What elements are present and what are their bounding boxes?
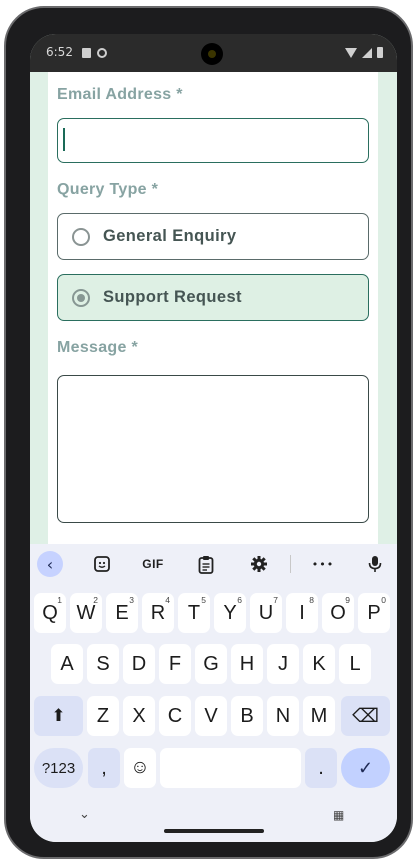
key-q[interactable]: Q1: [34, 593, 66, 633]
radio-label: General Enquiry: [103, 227, 237, 245]
status-time: 6:52: [46, 45, 73, 59]
key-hint: 3: [129, 595, 134, 605]
home-handle[interactable]: [164, 829, 264, 833]
microphone-icon[interactable]: [363, 551, 387, 577]
key-k[interactable]: K: [303, 644, 335, 684]
wifi-icon: [345, 47, 357, 58]
front-camera: [201, 43, 223, 65]
key-label: Y: [223, 601, 237, 624]
key-hint: 6: [237, 595, 242, 605]
sd-card-icon: [97, 48, 107, 58]
key-h[interactable]: H: [231, 644, 263, 684]
more-icon[interactable]: •••: [310, 551, 336, 577]
key-i[interactable]: I8: [286, 593, 318, 633]
email-field[interactable]: [57, 118, 369, 163]
key-j[interactable]: J: [267, 644, 299, 684]
gif-button[interactable]: GIF: [138, 551, 168, 577]
period-key[interactable]: .: [305, 748, 337, 788]
contact-form: Email Address * Query Type * General Enq…: [48, 72, 378, 544]
key-o[interactable]: O9: [322, 593, 354, 633]
key-e[interactable]: E3: [106, 593, 138, 633]
key-label: P: [367, 601, 381, 624]
enter-key[interactable]: ✓: [341, 748, 390, 788]
navigation-bar: ⌄ ▦: [30, 799, 397, 842]
key-hint: 5: [201, 595, 206, 605]
query-type-label: Query Type *: [57, 181, 159, 198]
key-hint: 7: [273, 595, 278, 605]
key-label: I: [299, 601, 305, 624]
key-b[interactable]: B: [231, 696, 263, 736]
sticker-icon[interactable]: [90, 551, 114, 577]
key-l[interactable]: L: [339, 644, 371, 684]
key-v[interactable]: V: [195, 696, 227, 736]
radio-support-request[interactable]: Support Request: [57, 274, 369, 321]
key-f[interactable]: F: [159, 644, 191, 684]
email-label: Email Address *: [57, 86, 183, 103]
toolbar-divider: [290, 555, 291, 573]
key-g[interactable]: G: [195, 644, 227, 684]
shift-key[interactable]: ⬆: [34, 696, 83, 736]
key-hint: 4: [165, 595, 170, 605]
keyboard-switch-icon[interactable]: ▦: [333, 808, 344, 822]
key-u[interactable]: U7: [250, 593, 282, 633]
key-hint: 0: [381, 595, 386, 605]
key-hint: 8: [309, 595, 314, 605]
soft-keyboard: ‹ GIF ••• Q1 W2 E3 R 4 T 5 Y 6 U 7 I 8 O…: [30, 544, 397, 842]
key-label: U: [258, 601, 274, 624]
key-hint: 2: [93, 595, 98, 605]
key-hint: 9: [345, 595, 350, 605]
signal-icon: [362, 47, 372, 58]
battery-icon: [377, 47, 383, 58]
radio-unchecked-icon: [72, 227, 90, 246]
key-t[interactable]: T5: [178, 593, 210, 633]
key-label: Q: [42, 601, 58, 624]
key-x[interactable]: X: [123, 696, 155, 736]
radio-checked-icon: [72, 288, 90, 307]
status-bar: 6:52: [30, 34, 397, 72]
message-field[interactable]: [57, 375, 369, 523]
radio-general-enquiry[interactable]: General Enquiry: [57, 213, 369, 260]
key-p[interactable]: P0: [358, 593, 390, 633]
notification-icon: [82, 48, 91, 58]
key-y[interactable]: Y6: [214, 593, 246, 633]
key-label: O: [330, 601, 346, 624]
status-icons: [345, 47, 383, 58]
key-c[interactable]: C: [159, 696, 191, 736]
chevron-left-icon[interactable]: ‹: [37, 551, 63, 577]
key-n[interactable]: N: [267, 696, 299, 736]
key-hint: 1: [57, 595, 62, 605]
text-caret: [63, 128, 65, 151]
key-label: E: [115, 601, 129, 624]
key-a[interactable]: A: [51, 644, 83, 684]
radio-label: Support Request: [103, 288, 242, 306]
key-w[interactable]: W2: [70, 593, 102, 633]
key-d[interactable]: D: [123, 644, 155, 684]
chevron-down-icon[interactable]: ⌄: [79, 807, 90, 822]
phone-frame: 6:52 Email Address * Query Type * Genera…: [4, 6, 413, 859]
clipboard-icon[interactable]: [194, 551, 218, 577]
screen: 6:52 Email Address * Query Type * Genera…: [30, 34, 397, 842]
key-m[interactable]: M: [303, 696, 335, 736]
comma-key[interactable]: ,: [88, 748, 120, 788]
backspace-key[interactable]: ⌫: [341, 696, 390, 736]
key-label: R: [150, 601, 166, 624]
space-key[interactable]: [160, 748, 301, 788]
key-r[interactable]: R4: [142, 593, 174, 633]
key-label: T: [187, 601, 201, 624]
form-area: Email Address * Query Type * General Enq…: [30, 72, 397, 544]
symbols-key[interactable]: ?123: [34, 748, 83, 788]
key-s[interactable]: S: [87, 644, 119, 684]
key-z[interactable]: Z: [87, 696, 119, 736]
keyboard-toolbar: ‹ GIF •••: [30, 544, 397, 584]
message-label: Message *: [57, 339, 138, 356]
emoji-icon[interactable]: ☺: [124, 748, 156, 788]
gear-icon[interactable]: [247, 551, 271, 577]
